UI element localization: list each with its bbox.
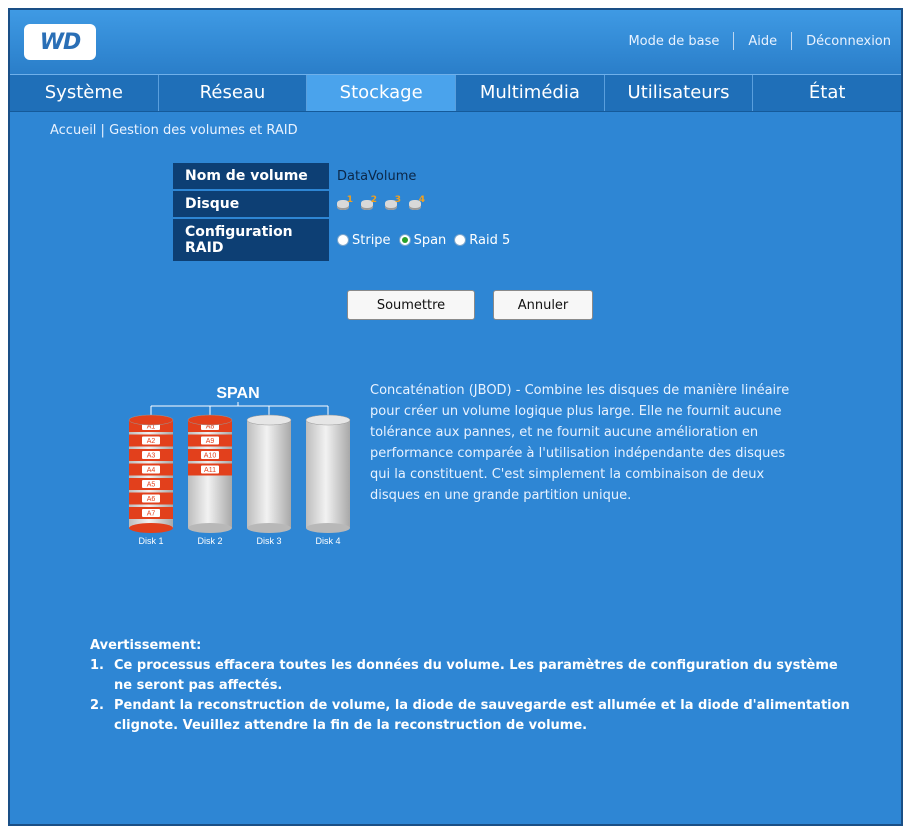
basic-mode-link[interactable]: Mode de base xyxy=(628,34,719,49)
disk-label: Disk 1 xyxy=(138,536,163,546)
disk-body xyxy=(247,420,291,528)
disk-2-icon: 2 xyxy=(361,195,377,211)
warning-item-number: 2. xyxy=(90,698,104,713)
disk-body xyxy=(306,420,350,528)
block-label: A3 xyxy=(147,453,156,460)
diagram-disk: A1A2A3A4A5A6A7Disk 1 xyxy=(128,414,174,546)
span-description: Concaténation (JBOD) - Combine les disqu… xyxy=(370,383,790,503)
logo-text: WD xyxy=(39,29,82,55)
logout-link[interactable]: Déconnexion xyxy=(806,34,891,49)
link-separator xyxy=(791,32,793,50)
block-label: A6 xyxy=(147,496,156,503)
warning-item: 2. Pendant la reconstruction de volume, l… xyxy=(90,696,850,736)
link-separator xyxy=(733,32,735,50)
raid-label: Configuration RAID xyxy=(173,219,329,261)
disk-top xyxy=(187,414,233,426)
volume-form: Nom de volume DataVolume Disque 1 2 3 4 … xyxy=(173,163,518,263)
diagram-title: SPAN xyxy=(216,385,259,402)
disk-3-icon: 3 xyxy=(385,195,401,211)
raid-option-stripe[interactable]: Stripe xyxy=(337,233,391,248)
volume-name-label: Nom de volume xyxy=(173,163,329,189)
raid-option-label: Raid 5 xyxy=(469,232,511,248)
tab-reseau[interactable]: Réseau xyxy=(159,75,308,111)
block-label: A10 xyxy=(204,453,217,460)
disk-number: 3 xyxy=(394,195,401,205)
tab-multimedia[interactable]: Multimédia xyxy=(456,75,605,111)
disk-bottom xyxy=(306,523,350,533)
disk-label: Disk 4 xyxy=(315,536,340,546)
warning-section: Avertissement: 1. Ce processus effacera t… xyxy=(90,636,850,736)
disk-bottom xyxy=(129,523,173,533)
top-bar: WD Mode de base Aide Déconnexion xyxy=(10,10,901,74)
raid-option-span[interactable]: Span xyxy=(398,232,447,248)
radio-icon xyxy=(454,234,467,246)
block-label: A5 xyxy=(147,482,156,489)
block-label: A4 xyxy=(147,467,156,474)
disk-label: Disque xyxy=(173,191,329,217)
help-link[interactable]: Aide xyxy=(748,34,777,49)
warning-item: 1. Ce processus effacera toutes les donné… xyxy=(90,656,850,696)
volume-name-value: DataVolume xyxy=(337,168,417,184)
disk-bottom xyxy=(247,523,291,533)
disk-bottom xyxy=(188,523,232,533)
span-diagram: SPAN A1A2A3A4A5A6A7Disk 1A8A9A10A11Disk … xyxy=(128,385,351,546)
raid-options: Stripe Span Raid 5 xyxy=(329,219,518,261)
disk-top xyxy=(128,414,174,426)
disk-icons: 1 2 3 4 xyxy=(329,191,425,217)
radio-icon xyxy=(337,234,349,246)
block-label: A2 xyxy=(147,438,156,445)
raid-option-label: Stripe xyxy=(352,232,391,248)
warning-item-text: Pendant la reconstruction de volume, la … xyxy=(114,698,850,733)
warning-title: Avertissement: xyxy=(90,638,202,653)
diagram-disk: Disk 3 xyxy=(246,414,292,546)
disk-number: 4 xyxy=(418,195,425,205)
warning-item-text: Ce processus effacera toutes les données… xyxy=(114,658,838,693)
disk-row: Disque 1 2 3 4 xyxy=(173,191,518,217)
submit-button[interactable]: Soumettre xyxy=(347,290,475,320)
block-label: A11 xyxy=(204,467,216,474)
diagram-disk: A8A9A10A11Disk 2 xyxy=(187,414,233,546)
disk-top xyxy=(246,414,292,426)
disk-label: Disk 3 xyxy=(256,536,281,546)
warning-list: 1. Ce processus effacera toutes les donné… xyxy=(90,656,850,736)
disk-number: 1 xyxy=(346,195,353,205)
volume-name-row: Nom de volume DataVolume xyxy=(173,163,518,189)
diagram-disks: A1A2A3A4A5A6A7Disk 1A8A9A10A11Disk 2 Disk… xyxy=(128,414,351,546)
raid-label-line1: Configuration xyxy=(185,224,293,240)
disk-4-icon: 4 xyxy=(409,195,425,211)
disk-top xyxy=(305,414,351,426)
app-frame: WD Mode de base Aide Déconnexion Système… xyxy=(8,8,903,826)
tab-utilisateurs[interactable]: Utilisateurs xyxy=(605,75,754,111)
breadcrumb: Accueil | Gestion des volumes et RAID xyxy=(50,123,298,138)
diagram-connectors xyxy=(150,402,329,416)
radio-selected-icon xyxy=(398,234,411,246)
raid-option-label: Span xyxy=(413,232,447,248)
raid-label-line2: RAID xyxy=(185,240,224,256)
disk-1-icon: 1 xyxy=(337,195,353,211)
raid-row: Configuration RAID Stripe Span Raid 5 xyxy=(173,219,518,261)
main-nav: Système Réseau Stockage Multimédia Utili… xyxy=(10,74,901,112)
block-label: A7 xyxy=(147,511,156,518)
wd-logo: WD xyxy=(24,24,96,60)
raid-option-raid5[interactable]: Raid 5 xyxy=(454,233,510,248)
disk-label: Disk 2 xyxy=(197,536,222,546)
tab-systeme[interactable]: Système xyxy=(10,75,159,111)
tab-etat[interactable]: État xyxy=(753,75,901,111)
cancel-button[interactable]: Annuler xyxy=(493,290,593,320)
raid-radio-group: Stripe Span Raid 5 xyxy=(337,233,510,248)
warning-item-number: 1. xyxy=(90,658,104,673)
disk-number: 2 xyxy=(370,195,377,205)
tab-stockage[interactable]: Stockage xyxy=(307,75,457,111)
diagram-disk: Disk 4 xyxy=(305,414,351,546)
top-links: Mode de base Aide Déconnexion xyxy=(628,32,891,50)
block-label: A9 xyxy=(206,438,215,445)
form-buttons: Soumettre Annuler xyxy=(347,290,593,320)
